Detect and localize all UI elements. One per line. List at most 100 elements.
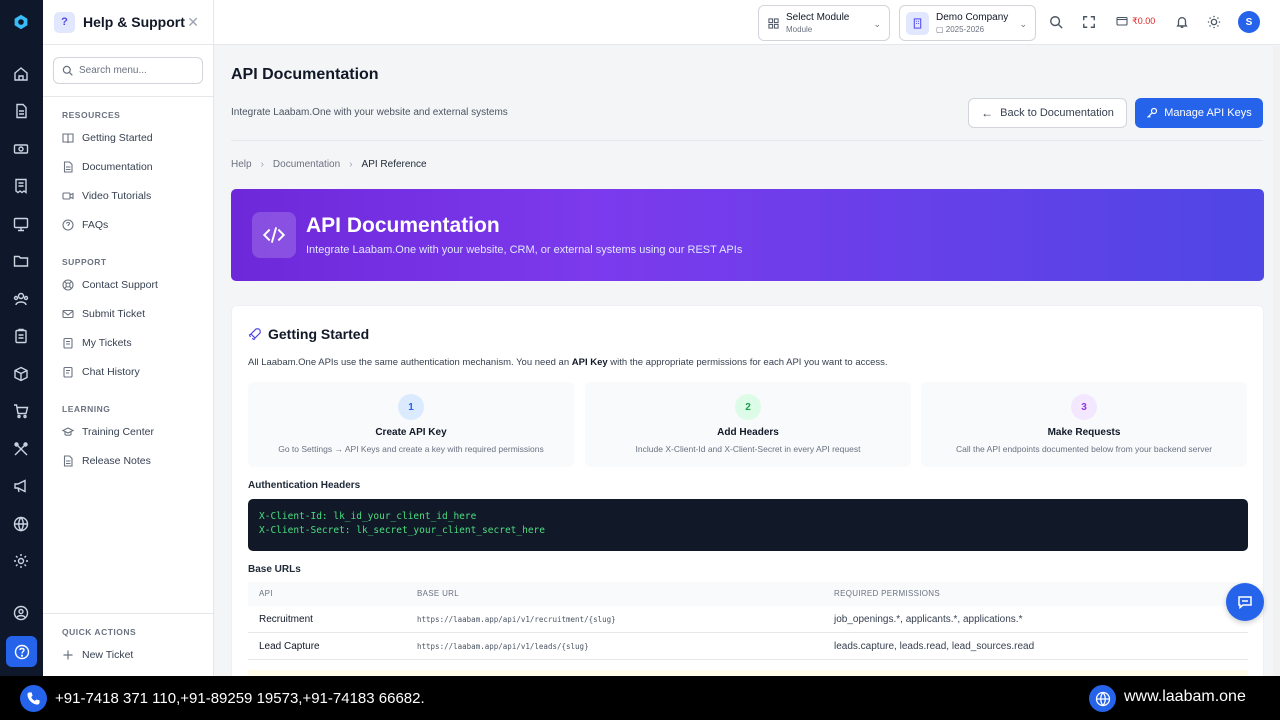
globe-icon[interactable]: [11, 514, 31, 534]
getting-started-desc: All Laabam.One APIs use the same authent…: [248, 357, 888, 368]
clipboard-icon[interactable]: [11, 326, 31, 346]
menu-item-label: Submit Ticket: [82, 308, 146, 320]
scrollbar[interactable]: [1273, 46, 1280, 676]
document-icon[interactable]: [11, 101, 31, 121]
menu-search[interactable]: [53, 57, 203, 84]
step-card: 2 Add Headers Include X-Client-Id and X-…: [585, 382, 911, 467]
code-line: X-Client-Id: lk_id_your_client_id_here: [259, 511, 477, 522]
base-url: https://laabam.app/api/v1/recruitment/{s…: [417, 615, 616, 624]
bell-icon[interactable]: [1174, 14, 1190, 30]
permissions: job_openings.*, applicants.*, applicatio…: [834, 614, 1023, 625]
menu-item-video-tutorials[interactable]: Video Tutorials: [62, 190, 151, 202]
chat-support-button[interactable]: [1226, 583, 1264, 621]
top-bar: Select Module Module ⌄ Demo Company ▢ 20…: [214, 0, 1280, 45]
home-icon[interactable]: [11, 64, 31, 84]
table-row: Lead Capture https://laabam.app/api/v1/l…: [248, 633, 1248, 660]
users-icon[interactable]: [11, 289, 31, 309]
megaphone-icon[interactable]: [11, 476, 31, 496]
desc-text: All Laabam.One APIs use the same authent…: [248, 357, 572, 368]
breadcrumb-documentation[interactable]: Documentation: [273, 159, 340, 170]
folder-icon[interactable]: [11, 251, 31, 271]
wallet-amount: ₹0.00: [1132, 15, 1156, 26]
page-subtitle: Integrate Laabam.One with your website a…: [231, 107, 508, 118]
menu-item-chat-history[interactable]: Chat History: [62, 366, 140, 378]
hero-subtitle: Integrate Laabam.One with your website, …: [306, 244, 743, 256]
chevron-down-icon: ⌄: [1019, 19, 1027, 29]
wallet-icon: [1116, 16, 1128, 26]
breadcrumb: Help › Documentation › API Reference: [231, 159, 427, 170]
receipt-icon[interactable]: [11, 176, 31, 196]
file-icon: [62, 161, 74, 173]
back-to-documentation-button[interactable]: ← Back to Documentation: [968, 98, 1127, 128]
globe-icon: [1089, 685, 1116, 712]
help-circle-icon: [62, 219, 74, 231]
tools-icon[interactable]: [11, 439, 31, 459]
fullscreen-icon[interactable]: [1081, 14, 1097, 30]
close-icon[interactable]: ✕: [187, 14, 199, 31]
chevron-right-icon: ›: [260, 159, 264, 170]
book-icon: [62, 132, 74, 144]
settings-icon[interactable]: [11, 551, 31, 571]
menu-item-my-tickets[interactable]: My Tickets: [62, 337, 132, 349]
help-icon[interactable]: [6, 636, 37, 667]
menu-item-release-notes[interactable]: Release Notes: [62, 455, 151, 467]
menu-item-faqs[interactable]: FAQs: [62, 219, 108, 231]
app-logo-icon[interactable]: [11, 12, 31, 32]
auth-headers-label: Authentication Headers: [248, 480, 361, 491]
step-title: Add Headers: [717, 427, 779, 438]
base-urls-table: API BASE URL REQUIRED PERMISSIONS Recrui…: [248, 582, 1248, 660]
breadcrumb-current: API Reference: [361, 159, 427, 170]
cart-icon[interactable]: [11, 401, 31, 421]
plus-icon: [62, 649, 74, 661]
menu-item-label: Training Center: [82, 426, 154, 438]
step-desc: Include X-Client-Id and X-Client-Secret …: [635, 444, 861, 454]
section-label-resources: RESOURCES: [62, 110, 121, 120]
manage-api-keys-button[interactable]: Manage API Keys: [1135, 98, 1263, 128]
menu-item-contact-support[interactable]: Contact Support: [62, 279, 158, 291]
auth-code-block[interactable]: X-Client-Id: lk_id_your_client_id_here X…: [248, 499, 1248, 551]
search-input[interactable]: [79, 65, 189, 76]
theme-sun-icon[interactable]: [1206, 14, 1222, 30]
step-number: 2: [735, 394, 761, 420]
wallet-balance[interactable]: ₹0.00: [1116, 15, 1155, 27]
search-icon[interactable]: [1048, 14, 1064, 30]
step-desc: Call the API endpoints documented below …: [955, 444, 1213, 454]
app-rail: [0, 0, 43, 676]
menu-item-label: Video Tutorials: [82, 190, 152, 202]
desc-bold: API Key: [571, 357, 608, 368]
mail-icon: [62, 308, 74, 320]
company-select[interactable]: Demo Company ▢ 2025-2026 ⌄: [899, 5, 1036, 41]
menu-item-training-center[interactable]: Training Center: [62, 426, 154, 438]
section-label-learning: LEARNING: [62, 404, 111, 414]
column-header: API: [259, 589, 273, 598]
panel-title: Help & Support: [83, 14, 185, 30]
profile-icon[interactable]: [11, 603, 31, 623]
module-select-sub: Module: [786, 25, 813, 34]
menu-item-label: Contact Support: [82, 279, 158, 291]
api-name: Recruitment: [259, 614, 313, 625]
menu-item-submit-ticket[interactable]: Submit Ticket: [62, 308, 145, 320]
breadcrumb-help[interactable]: Help: [231, 159, 252, 170]
table-row: Recruitment https://laabam.app/api/v1/re…: [248, 606, 1248, 633]
search-icon: [62, 65, 73, 76]
menu-item-label: Documentation: [82, 161, 153, 173]
permissions: leads.capture, leads.read, lead_sources.…: [834, 641, 1035, 652]
chat-icon: [1238, 596, 1252, 610]
user-avatar[interactable]: S: [1238, 11, 1260, 33]
base-urls-label: Base URLs: [248, 564, 301, 575]
menu-item-documentation[interactable]: Documentation: [62, 161, 153, 173]
money-icon[interactable]: [11, 139, 31, 159]
step-title: Create API Key: [375, 427, 447, 438]
step-card: 1 Create API Key Go to Settings → API Ke…: [248, 382, 574, 467]
key-icon: [1147, 107, 1158, 118]
menu-item-label: Getting Started: [82, 132, 153, 144]
box-icon[interactable]: [11, 364, 31, 384]
new-ticket-button[interactable]: New Ticket: [62, 649, 133, 661]
back-button-label: Back to Documentation: [1000, 107, 1114, 119]
code-line: X-Client-Secret: lk_secret_your_client_s…: [259, 525, 545, 536]
module-select[interactable]: Select Module Module ⌄: [758, 5, 890, 41]
menu-item-getting-started[interactable]: Getting Started: [62, 132, 153, 144]
page-title: API Documentation: [231, 66, 379, 83]
company-select-title: Demo Company: [936, 12, 1009, 23]
monitor-icon[interactable]: [11, 214, 31, 234]
